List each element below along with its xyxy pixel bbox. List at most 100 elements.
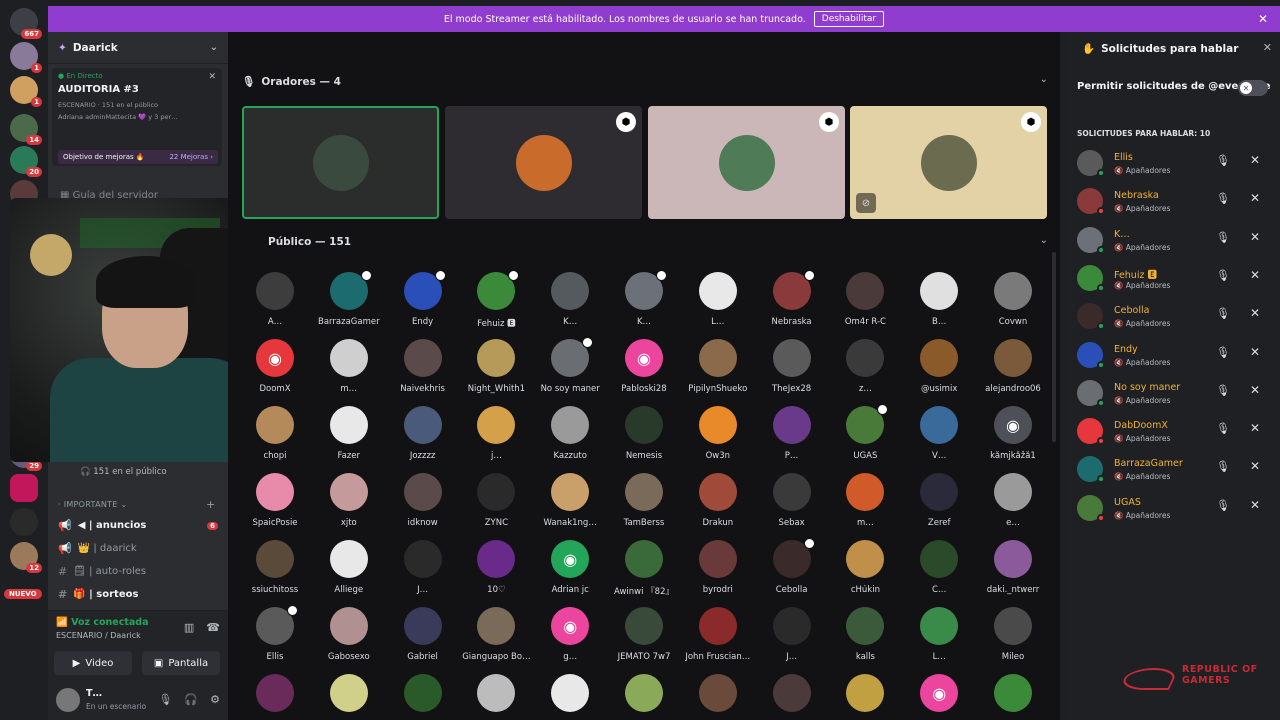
audience-member[interactable]: J… bbox=[386, 540, 460, 606]
approve-speaker-icon[interactable]: 🎙 bbox=[1216, 154, 1230, 167]
audience-member[interactable]: Ow3n bbox=[681, 406, 755, 472]
deny-request-icon[interactable]: ✕ bbox=[1250, 153, 1260, 167]
approve-speaker-icon[interactable]: 🎙 bbox=[1216, 269, 1230, 282]
audience-member[interactable] bbox=[755, 674, 829, 720]
request-name[interactable]: DabDoomX bbox=[1114, 420, 1168, 431]
live-event-card[interactable]: ● En Directo AUDITORIA #3 ESCENARIO · 15… bbox=[52, 68, 222, 166]
deny-request-icon[interactable]: ✕ bbox=[1250, 230, 1260, 244]
headphones-icon[interactable]: 🎧 bbox=[184, 693, 198, 706]
audience-member[interactable]: j… bbox=[459, 406, 533, 472]
add-channel-icon[interactable]: + bbox=[206, 498, 215, 511]
server-icon[interactable]: 12 bbox=[10, 542, 42, 573]
audience-member[interactable]: No soy maner bbox=[533, 337, 607, 405]
audience-member[interactable]: ZYNC bbox=[459, 473, 533, 539]
server-icon[interactable]: 1 bbox=[10, 76, 42, 107]
audience-member[interactable]: JEMATO 7w7 bbox=[607, 607, 681, 673]
channel-daarick[interactable]: 📢 👑 | daarick bbox=[58, 542, 218, 555]
disable-streamer-button[interactable]: Deshabilitar bbox=[813, 11, 885, 27]
speaker-tile[interactable]: ⬢ ⊘ bbox=[850, 106, 1047, 219]
audience-member[interactable]: e… bbox=[976, 473, 1050, 539]
audience-member[interactable]: Zeref bbox=[902, 473, 976, 539]
audience-member[interactable]: Endy bbox=[386, 270, 460, 338]
audience-member[interactable]: daki._ntwerr bbox=[976, 540, 1050, 606]
deny-request-icon[interactable]: ✕ bbox=[1250, 345, 1260, 359]
server-icon[interactable] bbox=[10, 474, 38, 502]
audience-member[interactable]: Mileo bbox=[976, 607, 1050, 673]
audience-member[interactable]: P… bbox=[755, 406, 829, 472]
audience-member[interactable]: Cebolla bbox=[755, 538, 829, 606]
deny-request-icon[interactable]: ✕ bbox=[1250, 306, 1260, 320]
server-icon[interactable]: 14 bbox=[10, 114, 42, 145]
audience-member[interactable]: Gabriel bbox=[386, 607, 460, 673]
approve-speaker-icon[interactable]: 🎙 bbox=[1216, 192, 1230, 205]
audience-member[interactable]: J… bbox=[755, 607, 829, 673]
speaker-tile[interactable]: ⬢ bbox=[445, 106, 642, 219]
approve-speaker-icon[interactable]: 🎙 bbox=[1216, 384, 1230, 397]
boost-goal[interactable]: Objetivo de mejoras 🔥 22 Mejoras › bbox=[58, 150, 218, 164]
audience-member[interactable]: Jozzzz bbox=[386, 406, 460, 472]
request-name[interactable]: Nebraska bbox=[1114, 190, 1159, 201]
audience-member[interactable]: @usimix bbox=[902, 339, 976, 405]
audience-member[interactable]: 10♡ bbox=[459, 540, 533, 606]
audience-member[interactable]: BarrazaGamer bbox=[312, 270, 386, 338]
audience-member[interactable]: chopi bbox=[238, 406, 312, 472]
audience-member[interactable]: B… bbox=[902, 272, 976, 338]
request-name[interactable]: Fehuiz 🅴 bbox=[1114, 267, 1157, 281]
audience-member[interactable]: ◉ DoomX bbox=[238, 339, 312, 405]
audience-member[interactable]: Kazzuto bbox=[533, 406, 607, 472]
deny-request-icon[interactable]: ✕ bbox=[1250, 268, 1260, 282]
chevron-down-icon[interactable]: ⌄ bbox=[1040, 235, 1048, 246]
audience-member[interactable]: Wanak1ng… bbox=[533, 473, 607, 539]
permission-toggle[interactable]: ✕ bbox=[1238, 80, 1268, 96]
approve-speaker-icon[interactable]: 🎙 bbox=[1216, 460, 1230, 473]
audience-member[interactable] bbox=[386, 674, 460, 720]
audience-member[interactable]: xjto bbox=[312, 473, 386, 539]
audience-header[interactable]: Público — 151 bbox=[268, 236, 351, 248]
audience-member[interactable]: ◉ kåmjkåžå1 bbox=[976, 406, 1050, 472]
audience-member[interactable]: Sebax bbox=[755, 473, 829, 539]
audience-member[interactable]: Naivekhris bbox=[386, 339, 460, 405]
audience-member[interactable] bbox=[533, 674, 607, 720]
audience-member[interactable]: m… bbox=[312, 339, 386, 405]
audience-member[interactable]: L… bbox=[681, 272, 755, 338]
audience-member[interactable]: V… bbox=[902, 406, 976, 472]
request-name[interactable]: Endy bbox=[1114, 344, 1138, 355]
audience-member[interactable]: Night_Whith1 bbox=[459, 339, 533, 405]
audience-member[interactable]: TheJex28 bbox=[755, 339, 829, 405]
audience-member[interactable]: ◉ g… bbox=[533, 607, 607, 673]
audience-member[interactable] bbox=[459, 674, 533, 720]
audience-member[interactable] bbox=[607, 674, 681, 720]
audience-member[interactable]: UGAS bbox=[828, 404, 902, 472]
audience-member[interactable]: Awinwi 『82』 bbox=[607, 540, 681, 606]
audience-member[interactable] bbox=[828, 674, 902, 720]
audience-member[interactable]: A… bbox=[238, 272, 312, 338]
chevron-down-icon[interactable]: ⌄ bbox=[1040, 74, 1048, 85]
audience-member[interactable]: Covwn bbox=[976, 272, 1050, 338]
audience-member[interactable]: Om4r R-C bbox=[828, 272, 902, 338]
deny-request-icon[interactable]: ✕ bbox=[1250, 383, 1260, 397]
audience-member[interactable]: Gianguapo Bo… bbox=[459, 607, 533, 673]
voice-channel-label[interactable]: ESCENARIO / Daarick bbox=[56, 631, 141, 640]
speakers-header[interactable]: 🎙 Oradores — 4 bbox=[242, 75, 341, 89]
audience-member[interactable]: Ellis bbox=[238, 605, 312, 673]
audience-member[interactable]: PipilynShueko bbox=[681, 339, 755, 405]
audience-member[interactable]: m… bbox=[828, 473, 902, 539]
audience-member[interactable]: John Fruscian… bbox=[681, 607, 755, 673]
audience-member[interactable] bbox=[312, 674, 386, 720]
audience-member[interactable]: kalls bbox=[828, 607, 902, 673]
audience-member[interactable]: Nemesis bbox=[607, 406, 681, 472]
audience-member[interactable]: K… bbox=[533, 272, 607, 338]
screen-share-button[interactable]: ▣ Pantalla bbox=[142, 651, 220, 675]
audience-member[interactable]: Alliege bbox=[312, 540, 386, 606]
approve-speaker-icon[interactable]: 🎙 bbox=[1216, 346, 1230, 359]
audience-member[interactable]: C… bbox=[902, 540, 976, 606]
audience-member[interactable] bbox=[238, 674, 312, 720]
request-name[interactable]: K… bbox=[1114, 229, 1130, 240]
server-header[interactable]: ✦ Daarick ⌄ bbox=[48, 32, 228, 64]
audience-member[interactable]: L… bbox=[902, 607, 976, 673]
avatar[interactable] bbox=[56, 688, 80, 712]
request-name[interactable]: No soy maner bbox=[1114, 382, 1180, 393]
video-button[interactable]: ▶ Video bbox=[54, 651, 132, 675]
approve-speaker-icon[interactable]: 🎙 bbox=[1216, 422, 1230, 435]
audience-member[interactable]: Fazer bbox=[312, 406, 386, 472]
